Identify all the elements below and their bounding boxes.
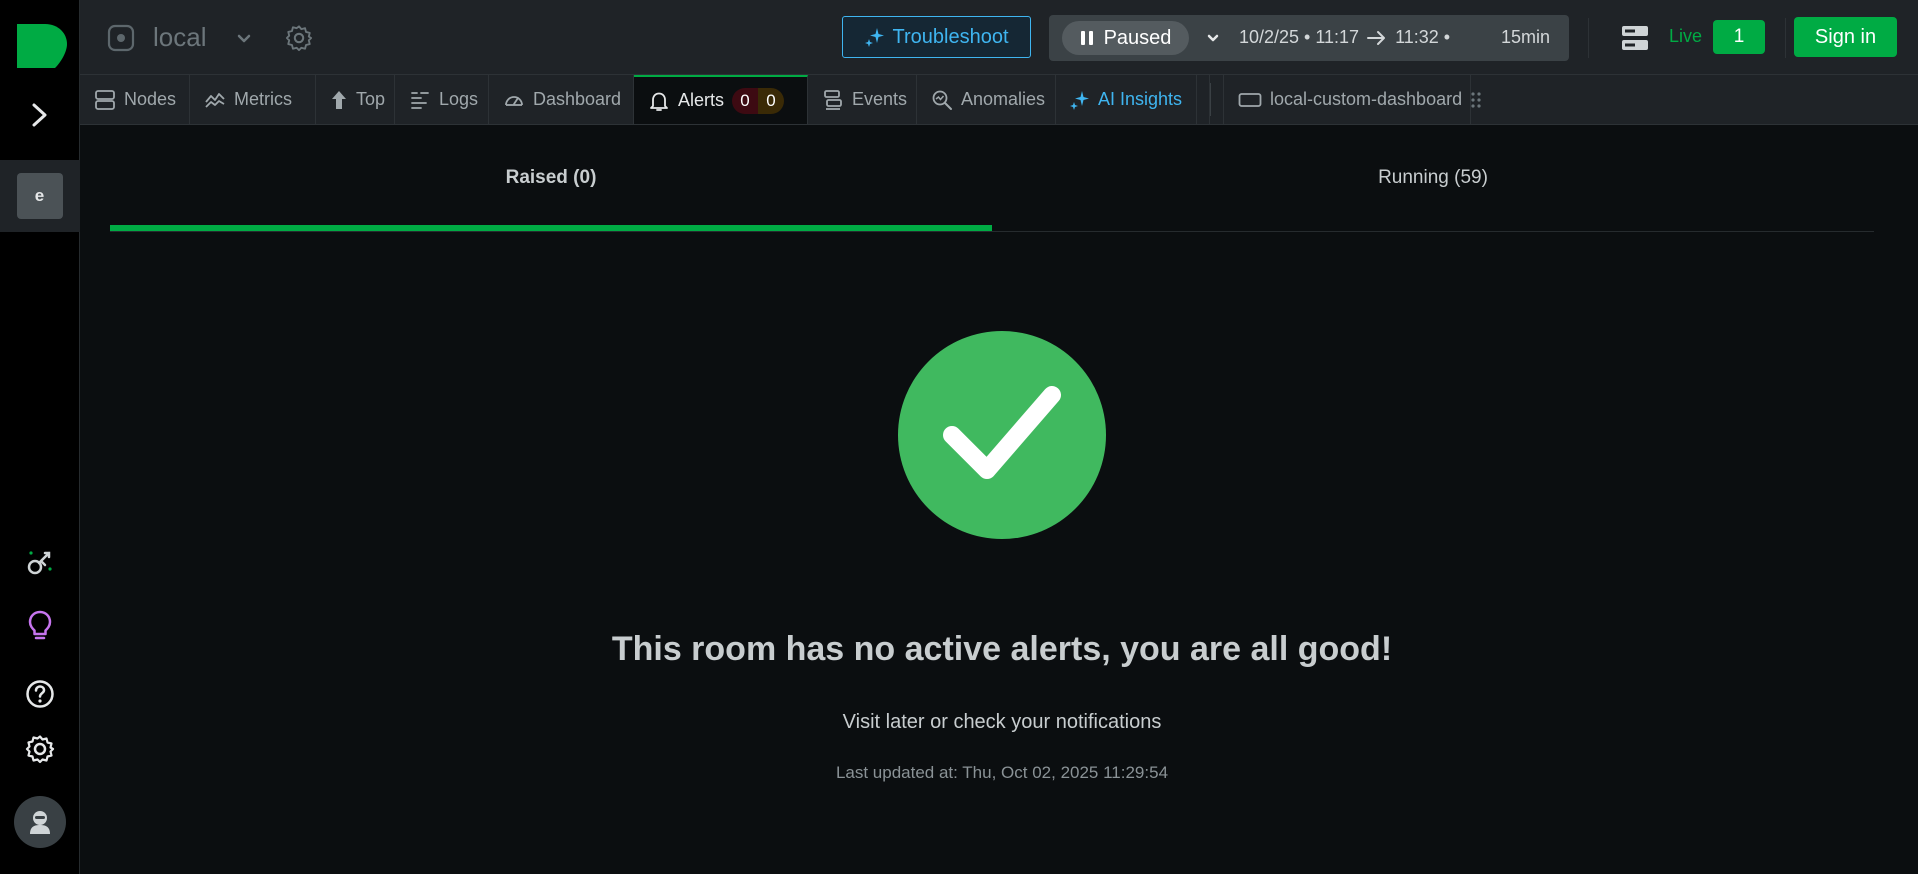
help-icon[interactable] xyxy=(22,677,58,711)
tab-label: Logs xyxy=(439,89,479,109)
tab-logs[interactable]: Logs xyxy=(395,75,489,124)
tab-label: Top xyxy=(356,89,386,109)
troubleshoot-label: Troubleshoot xyxy=(892,25,1009,48)
tab-label: Metrics xyxy=(234,89,292,109)
tab-label: Alerts xyxy=(678,90,725,110)
tab-label: Anomalies xyxy=(961,89,1046,109)
lightbulb-icon[interactable] xyxy=(22,608,58,642)
subtab-raised[interactable]: Raised (0) xyxy=(110,125,992,231)
space-settings-icon[interactable] xyxy=(285,24,313,52)
metrics-icon xyxy=(205,92,225,108)
tab-label: Dashboard xyxy=(533,89,622,109)
subtab-running[interactable]: Running (59) xyxy=(992,125,1874,231)
critical-alerts-count: 0 xyxy=(732,87,759,114)
tab-top[interactable]: Top xyxy=(316,75,395,124)
sparkle-icon xyxy=(864,28,884,47)
arrow-right-icon xyxy=(1367,30,1386,45)
tab-local-custom-dashboard[interactable]: local-custom-dashboard xyxy=(1223,75,1481,124)
expand-chevron-icon[interactable] xyxy=(20,100,60,130)
topbar-divider xyxy=(1588,18,1589,58)
anomalies-icon xyxy=(932,90,952,110)
arrow-up-icon xyxy=(332,90,346,109)
space-avatar[interactable]: e xyxy=(16,173,63,219)
troubleshoot-button[interactable]: Troubleshoot xyxy=(842,16,1031,58)
tab-nodes[interactable]: Nodes xyxy=(80,75,190,124)
tab-separator-2 xyxy=(1210,83,1211,116)
tab-bar: Nodes Metrics Top Logs Dashboard Alerts … xyxy=(80,75,1918,125)
left-sidebar: e xyxy=(0,0,80,874)
time-range[interactable]: 10/2/25 • 11:17 11:32 • xyxy=(1239,27,1450,48)
tab-anomalies[interactable]: Anomalies xyxy=(917,75,1056,124)
time-to: 11:32 • xyxy=(1395,27,1451,47)
topbar-divider-2 xyxy=(1785,18,1786,58)
events-icon xyxy=(824,89,842,110)
tab-label: AI Insights xyxy=(1098,89,1183,109)
subtab-label: Running (59) xyxy=(1378,167,1488,188)
live-label: Live xyxy=(1669,26,1703,46)
main-area: local Troubleshoot Paused 10/2/25 • 11:1… xyxy=(80,0,1918,874)
subtab-active-indicator xyxy=(110,225,992,231)
last-updated-text: Last updated at: Thu, Oct 02, 2025 11:29… xyxy=(835,763,1169,782)
tab-label: Nodes xyxy=(124,89,177,109)
space-icon xyxy=(106,23,136,53)
success-check-icon xyxy=(897,330,1107,540)
tab-ai-insights[interactable]: AI Insights xyxy=(1056,75,1197,124)
duration[interactable]: 15min xyxy=(1501,27,1550,48)
bell-icon xyxy=(650,92,668,111)
integrations-icon[interactable] xyxy=(22,545,58,579)
empty-state-title: This room has no active alerts, you are … xyxy=(611,630,1393,668)
playback-control: Paused 10/2/25 • 11:17 11:32 • 15min xyxy=(1049,15,1569,61)
nodes-status-icon[interactable] xyxy=(1620,23,1650,53)
dashboard-window-icon xyxy=(1238,92,1262,107)
chevron-down-icon[interactable] xyxy=(232,26,256,50)
tab-dashboard[interactable]: Dashboard xyxy=(489,75,634,124)
top-bar: local Troubleshoot Paused 10/2/25 • 11:1… xyxy=(80,0,1918,75)
sparkle-icon xyxy=(1070,90,1089,110)
space-name[interactable]: local xyxy=(153,22,206,53)
settings-icon[interactable] xyxy=(22,732,58,766)
live-count-badge[interactable]: 1 xyxy=(1713,20,1765,54)
tab-label: local-custom-dashboard xyxy=(1270,89,1463,109)
time-from: 10/2/25 • 11:17 xyxy=(1239,27,1360,47)
subtab-label: Raised (0) xyxy=(505,167,597,188)
playback-dropdown-icon[interactable] xyxy=(1201,26,1225,50)
tab-separator xyxy=(1197,75,1210,124)
sign-in-label: Sign in xyxy=(1814,25,1877,48)
pause-toggle[interactable]: Paused xyxy=(1062,21,1189,55)
tab-label: Events xyxy=(852,89,908,109)
gauge-icon xyxy=(505,95,523,106)
drag-handle-icon[interactable] xyxy=(1470,91,1482,109)
playback-state: Paused xyxy=(1103,26,1172,49)
logs-icon xyxy=(411,91,429,109)
alerts-content: Raised (0) Running (59) This room has no… xyxy=(80,125,1918,874)
sign-in-button[interactable]: Sign in xyxy=(1794,17,1897,57)
subtab-underline xyxy=(110,231,1874,232)
tab-metrics[interactable]: Metrics xyxy=(190,75,316,124)
logo-icon[interactable] xyxy=(12,20,68,72)
live-count: 1 xyxy=(1733,26,1745,47)
empty-state-subtitle: Visit later or check your notifications xyxy=(842,711,1162,733)
tab-events[interactable]: Events xyxy=(808,75,917,124)
pause-icon xyxy=(1080,31,1093,45)
user-avatar-icon[interactable] xyxy=(13,796,66,848)
nodes-icon xyxy=(95,89,115,110)
warning-alerts-count: 0 xyxy=(758,87,785,114)
space-avatar-letter: e xyxy=(34,186,45,205)
tab-alerts[interactable]: Alerts 0 0 xyxy=(634,75,808,124)
